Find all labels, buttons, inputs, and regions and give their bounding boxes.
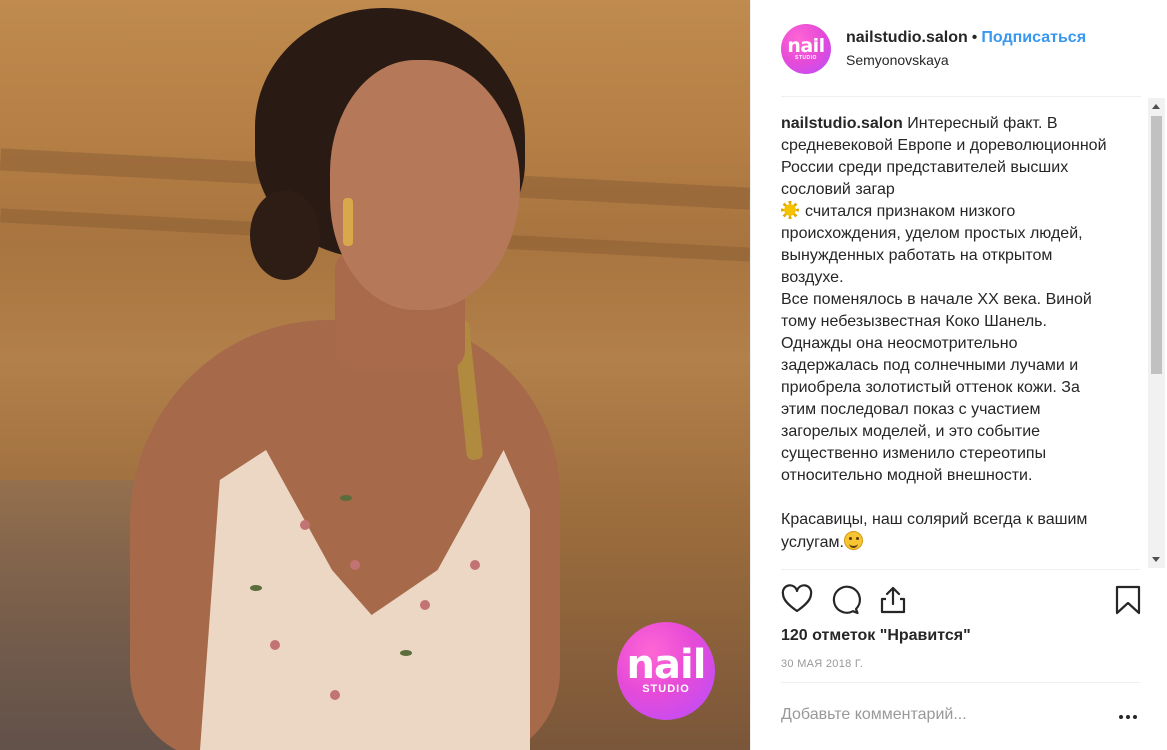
caption-text: считался признаком низкого происхождения… — [781, 203, 1083, 286]
actions-divider — [781, 569, 1140, 570]
header-divider — [781, 96, 1141, 97]
scrollbar-thumb[interactable] — [1151, 116, 1162, 374]
comment-input[interactable] — [781, 706, 1081, 724]
caption-paragraph: Все поменялось в начале XX века. Виной т… — [781, 289, 1111, 487]
caption-scrollbar[interactable] — [1148, 98, 1165, 568]
instagram-post: nail STUDIO nail STUDIO nailstudio.salon… — [0, 0, 1167, 750]
scroll-up-arrow-icon[interactable] — [1152, 104, 1160, 109]
photo-person-face — [330, 60, 520, 310]
avatar-word: nail — [787, 35, 825, 57]
photo-person-hair-bun — [250, 190, 320, 280]
likes-count[interactable]: 120 отметок "Нравится" — [781, 627, 971, 645]
heart-icon[interactable] — [781, 584, 813, 616]
caption-paragraph: считался признаком низкого происхождения… — [781, 201, 1111, 289]
scroll-down-arrow-icon[interactable] — [1152, 557, 1160, 562]
dress-flower — [350, 560, 360, 570]
dress-flower — [470, 560, 480, 570]
dress-flower — [270, 640, 280, 650]
post-date[interactable]: 30 МАЯ 2018 Г. — [781, 658, 863, 670]
logo-word: nail — [626, 642, 707, 688]
post-photo[interactable]: nail STUDIO — [0, 0, 750, 750]
comment-divider — [781, 682, 1140, 683]
post-side-panel: nail STUDIO nailstudio.salon • Подписаться… — [750, 0, 1167, 750]
dress-leaf — [340, 495, 352, 501]
share-icon[interactable] — [877, 584, 909, 616]
header-user-line: nailstudio.salon • Подписаться — [846, 29, 1086, 47]
header-username-link[interactable]: nailstudio.salon — [846, 29, 968, 46]
avatar-sub: STUDIO — [795, 55, 817, 61]
dress-leaf — [250, 585, 262, 591]
bookmark-icon[interactable] — [1112, 584, 1144, 616]
caption-text: Все поменялось в начале XX века. Виной т… — [781, 291, 1092, 484]
post-caption: nailstudio.salon Интересный факт. В сред… — [781, 113, 1111, 565]
location-link[interactable]: Semyonovskaya — [846, 52, 949, 68]
action-bar — [751, 580, 1167, 620]
post-header: nail STUDIO nailstudio.salon • Подписаться… — [751, 0, 1167, 97]
dress-flower — [330, 690, 340, 700]
caption-paragraph: nailstudio.salon Интересный факт. В сред… — [781, 113, 1111, 201]
caption-paragraph: Красавицы, наш солярий всегда к вашим ус… — [781, 509, 1111, 554]
avatar[interactable]: nail STUDIO — [781, 24, 831, 74]
caption-username-link[interactable]: nailstudio.salon — [781, 115, 903, 132]
smile-emoji-icon — [843, 531, 863, 550]
dress-flower — [420, 600, 430, 610]
sun-emoji-icon — [781, 201, 799, 219]
comment-icon[interactable] — [829, 584, 861, 616]
follow-button[interactable]: Подписаться — [981, 29, 1086, 46]
caption-text: Красавицы, наш солярий всегда к вашим ус… — [781, 511, 1088, 551]
separator-dot: • — [971, 29, 978, 46]
photo-earring — [343, 198, 353, 246]
dress-leaf — [400, 650, 412, 656]
dress-flower — [300, 520, 310, 530]
nail-studio-logo: nail STUDIO — [617, 622, 715, 720]
more-options-icon[interactable] — [1117, 706, 1139, 728]
logo-sub: STUDIO — [642, 683, 690, 695]
